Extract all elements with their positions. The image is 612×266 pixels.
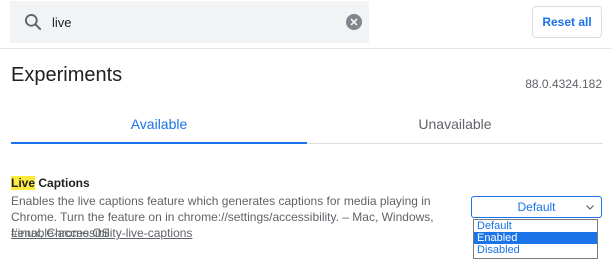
- select-value: Default: [517, 200, 556, 214]
- experiment-title-rest: Captions: [35, 176, 90, 190]
- tab-unavailable[interactable]: Unavailable: [307, 104, 603, 144]
- clear-icon[interactable]: [346, 14, 362, 30]
- version-label: 88.0.4324.182: [525, 77, 602, 91]
- reset-all-button[interactable]: Reset all: [532, 6, 602, 38]
- option-default[interactable]: Default: [474, 220, 597, 232]
- experiment-state-select[interactable]: Default: [471, 196, 602, 218]
- experiment-title: Live Captions: [11, 176, 90, 190]
- chevron-down-icon: [586, 205, 594, 210]
- tab-available[interactable]: Available: [11, 104, 307, 144]
- header-bar: Reset all: [0, 0, 612, 49]
- active-tab-indicator: [11, 142, 307, 144]
- search-match-highlight: Live: [11, 176, 36, 190]
- option-enabled[interactable]: Enabled: [474, 232, 597, 244]
- page-title: Experiments: [11, 64, 123, 86]
- search-icon: [25, 14, 42, 31]
- experiment-permalink[interactable]: #enable-accessibility-live-captions: [11, 226, 192, 240]
- select-dropdown-list: Default Enabled Disabled: [473, 219, 598, 259]
- search-box[interactable]: [10, 1, 369, 43]
- search-input[interactable]: [52, 9, 332, 35]
- option-disabled[interactable]: Disabled: [474, 244, 597, 256]
